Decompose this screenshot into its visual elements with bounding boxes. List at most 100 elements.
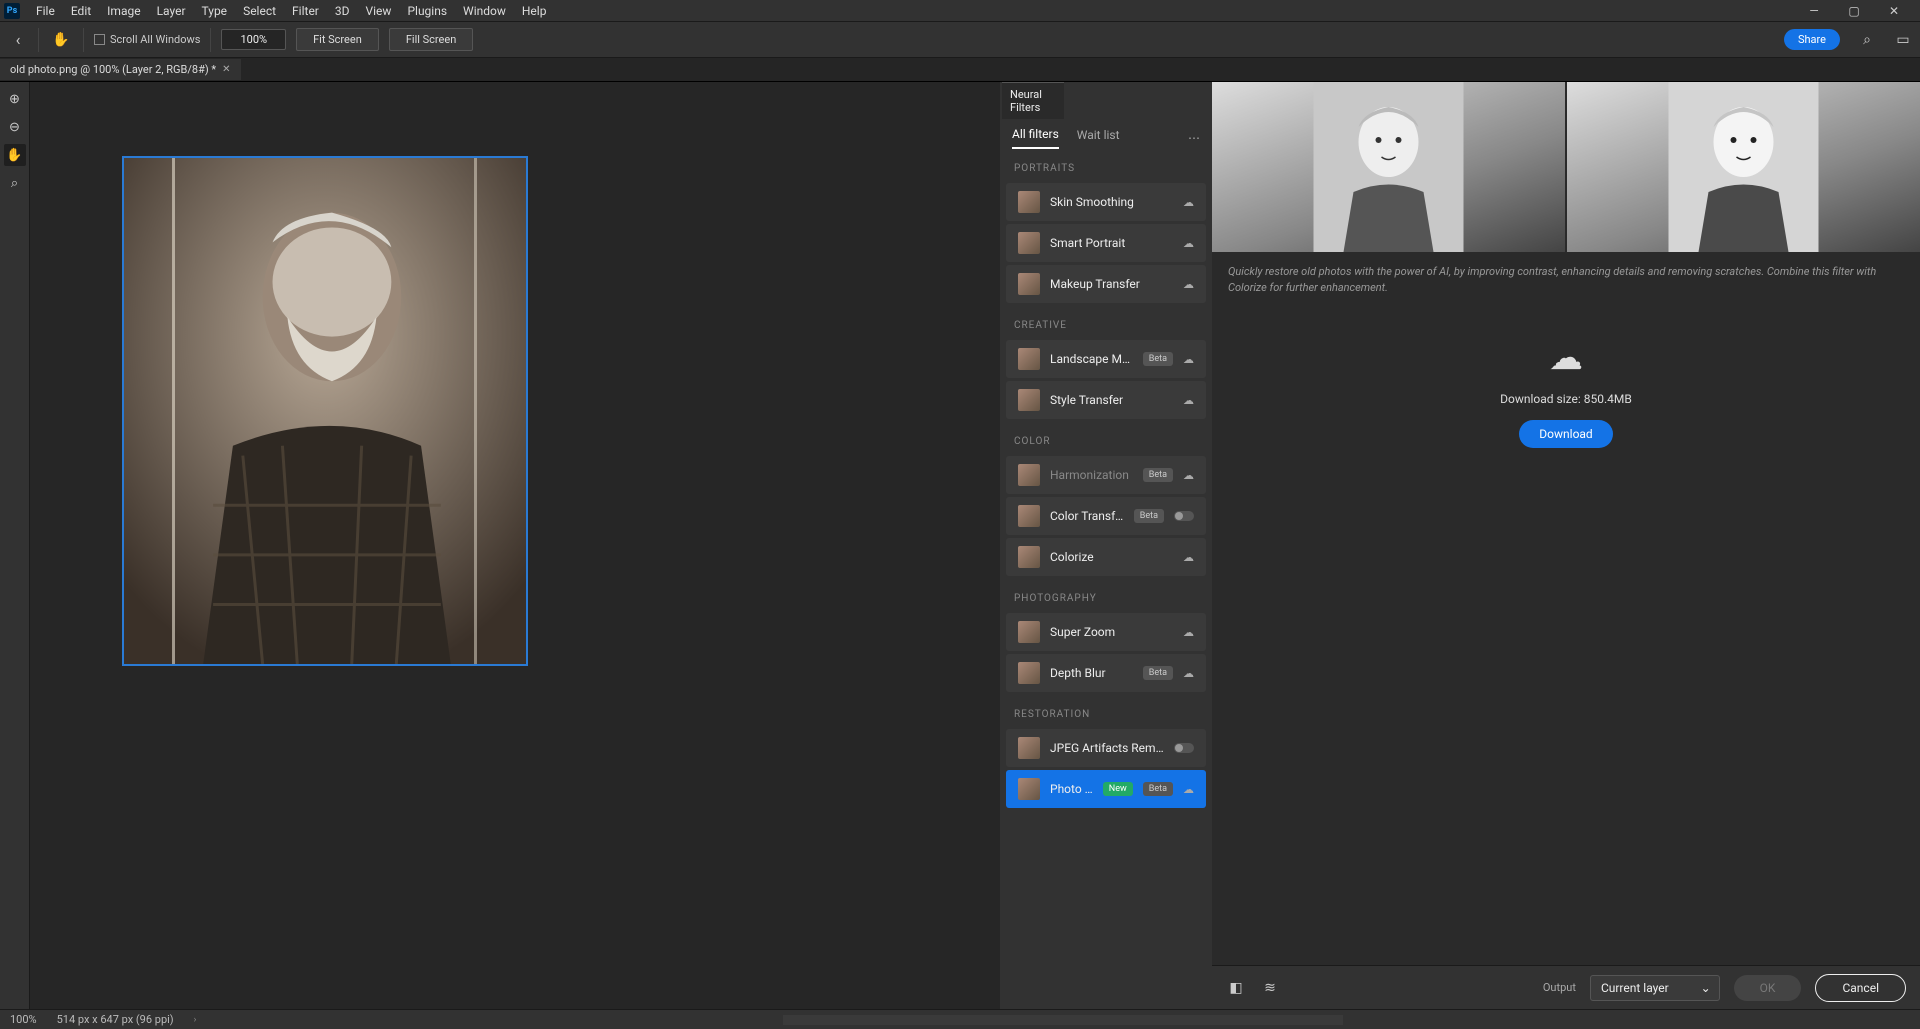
- tab-all-filters[interactable]: All filters: [1012, 127, 1059, 149]
- cloud-download-icon[interactable]: ☁: [1183, 551, 1194, 564]
- thumb-icon: [1018, 232, 1040, 254]
- menu-filter[interactable]: Filter: [284, 1, 327, 21]
- panel-bottom-bar: ◧ ≋ Output Current layer ⌄ OK Cancel: [1212, 965, 1920, 1009]
- neural-filters-tab[interactable]: Neural Filters: [1002, 82, 1064, 119]
- filter-makeup-transfer[interactable]: Makeup Transfer☁: [1006, 265, 1206, 303]
- toggle-icon[interactable]: [1174, 511, 1194, 521]
- output-label: Output: [1543, 981, 1576, 994]
- filter-jpeg-artifacts[interactable]: JPEG Artifacts Removal: [1006, 729, 1206, 767]
- window-close-icon[interactable]: ✕: [1880, 4, 1908, 18]
- section-creative: CREATIVE: [1000, 306, 1212, 337]
- thumb-icon: [1018, 737, 1040, 759]
- fill-screen-button[interactable]: Fill Screen: [389, 28, 474, 51]
- zoom-field[interactable]: 100%: [221, 29, 286, 50]
- chevron-right-icon[interactable]: ›: [194, 1015, 197, 1025]
- hand-tool-icon[interactable]: ✋: [49, 28, 73, 52]
- cloud-download-icon[interactable]: ☁: [1183, 353, 1194, 366]
- back-icon[interactable]: ‹: [8, 30, 28, 50]
- filter-style-transfer[interactable]: Style Transfer☁: [1006, 381, 1206, 419]
- zoom-in-icon[interactable]: ⊕: [4, 88, 26, 110]
- canvas-image: [122, 156, 528, 666]
- beta-badge: Beta: [1143, 666, 1173, 680]
- menu-select[interactable]: Select: [235, 1, 284, 21]
- preview-after: [1567, 82, 1920, 252]
- filter-colorize[interactable]: Colorize☁: [1006, 538, 1206, 576]
- filter-depth-blur[interactable]: Depth BlurBeta☁: [1006, 654, 1206, 692]
- more-icon[interactable]: ⋯: [1188, 131, 1200, 145]
- menu-type[interactable]: Type: [194, 1, 236, 21]
- menu-plugins[interactable]: Plugins: [399, 1, 455, 21]
- download-cloud-icon: ☁: [1549, 338, 1583, 378]
- document-tab-title: old photo.png @ 100% (Layer 2, RGB/8#) *: [10, 63, 216, 76]
- compare-icon[interactable]: ◧: [1226, 978, 1246, 998]
- chevron-down-icon: ⌄: [1701, 981, 1711, 995]
- beta-badge: Beta: [1143, 782, 1173, 796]
- section-color: COLOR: [1000, 422, 1212, 453]
- ok-button[interactable]: OK: [1734, 975, 1802, 1001]
- section-restoration: RESTORATION: [1000, 695, 1212, 726]
- app-logo-icon: Ps: [4, 3, 20, 19]
- menu-layer[interactable]: Layer: [149, 1, 194, 21]
- cloud-download-icon[interactable]: ☁: [1183, 196, 1194, 209]
- canvas-area[interactable]: [30, 82, 1000, 1009]
- menu-bar: Ps File Edit Image Layer Type Select Fil…: [0, 0, 1920, 22]
- cancel-button[interactable]: Cancel: [1815, 974, 1906, 1002]
- preview-before: [1212, 82, 1565, 252]
- menu-help[interactable]: Help: [514, 1, 555, 21]
- menu-3d[interactable]: 3D: [327, 1, 358, 21]
- thumb-icon: [1018, 273, 1040, 295]
- cloud-download-icon[interactable]: ☁: [1183, 469, 1194, 482]
- tab-wait-list[interactable]: Wait list: [1077, 128, 1120, 148]
- download-button[interactable]: Download: [1519, 420, 1612, 448]
- document-tab[interactable]: old photo.png @ 100% (Layer 2, RGB/8#) *…: [0, 59, 241, 80]
- filter-super-zoom[interactable]: Super Zoom☁: [1006, 613, 1206, 651]
- menu-view[interactable]: View: [358, 1, 400, 21]
- cloud-download-icon[interactable]: ☁: [1183, 667, 1194, 680]
- filter-color-transfer[interactable]: Color TransferBeta: [1006, 497, 1206, 535]
- menu-image[interactable]: Image: [99, 1, 148, 21]
- close-tab-icon[interactable]: ✕: [222, 64, 230, 75]
- section-portraits: PORTRAITS: [1000, 149, 1212, 180]
- workspace-icon[interactable]: ▭: [1894, 31, 1912, 49]
- menu-file[interactable]: File: [28, 1, 63, 21]
- download-size-label: Download size: 850.4MB: [1500, 392, 1632, 406]
- menu-edit[interactable]: Edit: [63, 1, 99, 21]
- cloud-download-icon[interactable]: ☁: [1183, 278, 1194, 291]
- toggle-icon[interactable]: [1174, 743, 1194, 753]
- search-icon[interactable]: ⌕: [1858, 31, 1876, 49]
- filter-description: Quickly restore old photos with the powe…: [1212, 252, 1920, 308]
- thumb-icon: [1018, 662, 1040, 684]
- zoom-out-icon[interactable]: ⊖: [4, 116, 26, 138]
- cloud-download-icon[interactable]: ☁: [1183, 783, 1194, 796]
- scroll-all-checkbox[interactable]: Scroll All Windows: [94, 33, 200, 46]
- cloud-download-icon[interactable]: ☁: [1183, 394, 1194, 407]
- filter-skin-smoothing[interactable]: Skin Smoothing☁: [1006, 183, 1206, 221]
- filter-smart-portrait[interactable]: Smart Portrait☁: [1006, 224, 1206, 262]
- thumb-icon: [1018, 505, 1040, 527]
- horizontal-scrollbar[interactable]: [783, 1015, 1343, 1025]
- document-tabstrip: old photo.png @ 100% (Layer 2, RGB/8#) *…: [0, 58, 1920, 82]
- magnify-icon[interactable]: ⌕: [4, 172, 26, 194]
- left-toolbar: ⊕ ⊖ ✋ ⌕: [0, 82, 30, 1009]
- filter-landscape-mixer[interactable]: Landscape MixerBeta☁: [1006, 340, 1206, 378]
- beta-badge: Beta: [1143, 468, 1173, 482]
- beta-badge: Beta: [1134, 509, 1164, 523]
- status-zoom: 100%: [10, 1013, 37, 1026]
- cloud-download-icon[interactable]: ☁: [1183, 237, 1194, 250]
- filter-harmonization[interactable]: HarmonizationBeta☁: [1006, 456, 1206, 494]
- window-maximize-icon[interactable]: ▢: [1840, 4, 1868, 18]
- filter-detail-pane: Quickly restore old photos with the powe…: [1212, 82, 1920, 1009]
- share-button[interactable]: Share: [1784, 29, 1840, 50]
- output-select[interactable]: Current layer ⌄: [1590, 975, 1720, 1001]
- thumb-icon: [1018, 621, 1040, 643]
- status-dimensions: 514 px x 647 px (96 ppi): [57, 1013, 174, 1026]
- filter-photo-restoration[interactable]: Photo Res…NewBeta☁: [1006, 770, 1206, 808]
- beta-badge: Beta: [1143, 352, 1173, 366]
- hand-icon[interactable]: ✋: [4, 144, 26, 166]
- layers-icon[interactable]: ≋: [1260, 978, 1280, 998]
- fit-screen-button[interactable]: Fit Screen: [296, 28, 379, 51]
- menu-window[interactable]: Window: [455, 1, 514, 21]
- cloud-download-icon[interactable]: ☁: [1183, 626, 1194, 639]
- status-bar: 100% 514 px x 647 px (96 ppi) ›: [0, 1009, 1920, 1029]
- window-minimize-icon[interactable]: —: [1800, 4, 1828, 18]
